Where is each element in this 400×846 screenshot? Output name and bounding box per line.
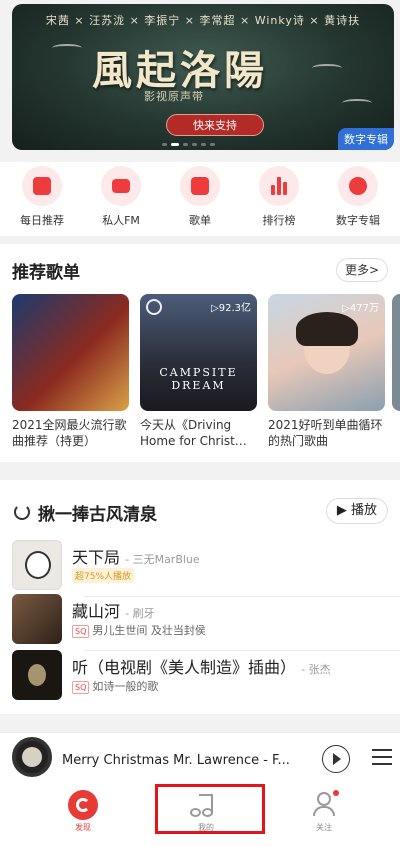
quick-label: 数字专辑 xyxy=(336,214,380,227)
song-description: 男儿生世间 及壮当封侯 xyxy=(92,624,206,637)
play-count: ▷92.3亿 xyxy=(211,303,251,314)
quick-label: 私人FM xyxy=(102,214,140,227)
quick-label: 每日推荐 xyxy=(20,214,64,227)
chart-bars-icon xyxy=(259,166,299,206)
bird-decoration xyxy=(312,64,342,72)
playlist-card[interactable]: ▷92.3亿 CAMPSITE DREAM 今天从《Driving Home f… xyxy=(140,294,257,449)
playlist-card[interactable]: ▷477万 2021好听到单曲循环的热门歌曲 xyxy=(268,294,385,449)
song-artist: - 张杰 xyxy=(301,663,331,676)
mini-player[interactable]: Merry Christmas Mr. Lawrence - F... xyxy=(0,732,400,786)
carousel-indicator xyxy=(162,143,215,146)
play-icon[interactable] xyxy=(322,745,350,773)
banner-subtitle: 影视原声带 xyxy=(144,90,204,103)
song-row[interactable]: 天下局 - 三无MarBlue 超75%人播放 xyxy=(12,540,400,597)
song-title-line: 天下局 - 三无MarBlue xyxy=(72,544,200,568)
more-button[interactable]: 更多> xyxy=(335,258,388,282)
song-title-line: 听（电视剧《美人制造》插曲） - 张杰 xyxy=(72,654,331,678)
portrait-hair xyxy=(296,312,358,346)
quick-label: 排行榜 xyxy=(262,214,296,227)
playlist-icon xyxy=(180,166,220,206)
radio-icon xyxy=(101,166,141,206)
banner-support-button[interactable]: 快来支持 xyxy=(166,114,264,136)
recommended-playlists: 推荐歌单 更多> 2021全网最火流行歌曲推荐（持更） ▷92.3亿 CAMPS… xyxy=(0,244,400,462)
sq-quality-tag: SQ xyxy=(72,625,90,638)
song-description: 如诗一般的歌 xyxy=(92,680,159,693)
quick-item-fm[interactable]: 私人FM xyxy=(89,162,153,236)
song-subtitle: SQ 如诗一般的歌 xyxy=(72,678,158,694)
playlist-card[interactable]: 2021全网最火流行歌曲推荐（持更） xyxy=(12,294,129,449)
song-title: 藏山河 xyxy=(72,602,121,621)
playlist-cover xyxy=(12,294,129,411)
bird-decoration xyxy=(342,99,372,107)
sq-quality-tag: SQ xyxy=(72,681,90,694)
quick-item-playlist[interactable]: 歌单 xyxy=(168,162,232,236)
playlist-name: 今天从《Driving Home for Christ… xyxy=(140,418,247,448)
song-row[interactable]: 藏山河 - 刷牙 SQ 男儿生世间 及壮当封侯 xyxy=(12,594,400,651)
tab-follow[interactable]: 关注 xyxy=(294,790,354,833)
section-title: 揪一捧古风清泉 xyxy=(38,505,157,525)
song-title: 听（电视剧《美人制造》插曲） xyxy=(72,658,297,677)
song-subtitle: 超75%人播放 xyxy=(72,568,135,583)
calendar-icon xyxy=(22,166,62,206)
play-rate-tag: 超75%人播放 xyxy=(72,568,135,583)
song-subtitle: SQ 男儿生世间 及壮当封侯 xyxy=(72,622,206,638)
play-count: ▷477万 xyxy=(342,303,379,314)
quick-item-digital-album[interactable]: 数字专辑 xyxy=(326,162,390,236)
refresh-icon[interactable] xyxy=(14,504,30,520)
section-title: 推荐歌单 xyxy=(12,263,80,283)
album-icon xyxy=(338,166,378,206)
now-playing-title: Merry Christmas Mr. Lawrence - F... xyxy=(62,753,290,768)
netease-logo-icon xyxy=(146,299,162,315)
song-row[interactable]: 听（电视剧《美人制造》插曲） - 张杰 SQ 如诗一般的歌 xyxy=(12,650,400,702)
song-artist: - 三无MarBlue xyxy=(125,553,200,566)
quick-item-daily[interactable]: 每日推荐 xyxy=(10,162,74,236)
playlist-cover: ▷92.3亿 CAMPSITE DREAM xyxy=(140,294,257,411)
bird-decoration xyxy=(52,44,82,52)
next-card-peek xyxy=(392,294,400,411)
tab-discover[interactable]: 发现 xyxy=(53,790,113,833)
song-cover xyxy=(12,594,62,644)
song-cover xyxy=(12,650,62,700)
quick-label: 歌单 xyxy=(189,214,211,227)
song-artist: - 刷牙 xyxy=(125,607,155,620)
song-cover xyxy=(12,540,62,590)
playlist-cover: ▷477万 xyxy=(268,294,385,411)
tab-label: 关注 xyxy=(316,823,332,832)
user-icon xyxy=(309,790,339,820)
song-section: 揪一捧古风清泉 ▶ 播放 天下局 - 三无MarBlue 超75%人播放 藏山河… xyxy=(0,480,400,714)
quick-item-charts[interactable]: 排行榜 xyxy=(247,162,311,236)
song-title: 天下局 xyxy=(72,548,121,567)
play-all-button[interactable]: ▶ 播放 xyxy=(325,498,388,524)
album-disc xyxy=(12,737,52,777)
cover-overlay-text: CAMPSITE DREAM xyxy=(159,366,238,392)
banner-tag: 数字专辑 xyxy=(338,128,394,150)
banner-carousel[interactable]: 宋茜 × 汪苏泷 × 李振宁 × 李常超 × Winky诗 × 黄诗扶 風起洛陽… xyxy=(12,4,394,150)
highlight-annotation xyxy=(155,784,265,834)
playlist-queue-icon[interactable] xyxy=(372,749,392,769)
quick-nav: 每日推荐 私人FM 歌单 排行榜 数字专辑 xyxy=(0,162,400,236)
banner-artists: 宋茜 × 汪苏泷 × 李振宁 × 李常超 × Winky诗 × 黄诗扶 xyxy=(45,14,361,27)
playlist-name: 2021全网最火流行歌曲推荐（持更） xyxy=(12,418,127,448)
playlist-name: 2021好听到单曲循环的热门歌曲 xyxy=(268,418,383,448)
tab-label: 发现 xyxy=(75,823,91,832)
notification-dot xyxy=(333,790,339,796)
netease-music-icon xyxy=(68,790,98,820)
song-title-line: 藏山河 - 刷牙 xyxy=(72,598,155,622)
